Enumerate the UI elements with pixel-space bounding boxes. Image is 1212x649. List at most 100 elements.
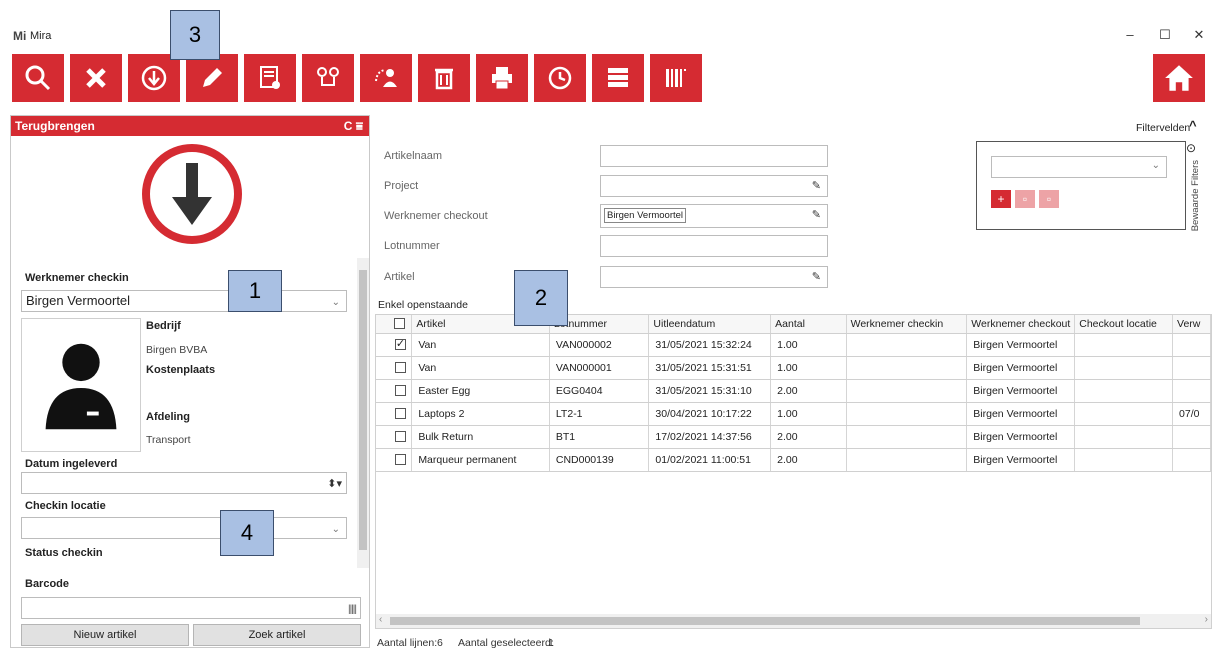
table-cell: 30/04/2021 10:17:22: [648, 402, 772, 426]
table-cell: CND000139: [549, 448, 650, 472]
werknemer-checkin-value: Birgen Vermoortel: [26, 293, 131, 308]
table-cell: [1172, 333, 1211, 357]
delete-filter-button[interactable]: ▫: [1039, 190, 1059, 208]
saved-filters-box: ⌄ + ▫ ▫: [976, 141, 1186, 230]
table-cell: 1.00: [770, 333, 847, 357]
row-checkbox[interactable]: [389, 425, 413, 449]
checkin-button[interactable]: [128, 54, 180, 102]
save-filter-button[interactable]: ▫: [1015, 190, 1035, 208]
edit-button[interactable]: [186, 54, 238, 102]
transfer-user-button[interactable]: [360, 54, 412, 102]
delete-button[interactable]: [418, 54, 470, 102]
artikelnaam-input[interactable]: [600, 145, 828, 167]
table-cell: Birgen Vermoortel: [966, 448, 1076, 472]
table-cell: Birgen Vermoortel: [966, 425, 1076, 449]
table-cell: 31/05/2021 15:32:24: [648, 333, 772, 357]
aantal-geselecteerd-label: Aantal geselecteerd:: [458, 637, 554, 649]
results-table: Artikel Lotnummer Uitleendatum Aantal We…: [376, 315, 1211, 472]
datum-ingeleverd-input[interactable]: ⬍▾: [21, 472, 347, 494]
pencil-icon[interactable]: ✎: [812, 270, 821, 283]
table-cell: 17/02/2021 14:37:56: [648, 425, 772, 449]
artikel-filter-input[interactable]: ✎: [600, 266, 828, 288]
werknemer-checkin-select[interactable]: Birgen Vermoortel ⌄: [21, 290, 347, 312]
history-button[interactable]: [534, 54, 586, 102]
table-row[interactable]: Laptops 2 LT2-1 30/04/2021 10:17:22 1.00 Bir…: [376, 402, 1211, 426]
panel-vertical-scrollbar[interactable]: [357, 258, 369, 568]
checkin-locatie-label: Checkin locatie: [25, 500, 106, 512]
table-cell: 1.00: [770, 356, 847, 380]
zoek-artikel-button[interactable]: Zoek artikel: [193, 624, 361, 646]
bedrijf-value: Birgen BVBA: [146, 344, 208, 356]
barcode-button[interactable]: [650, 54, 702, 102]
filter-clear-icon[interactable]: C ⩸: [344, 116, 363, 136]
rack-button[interactable]: [592, 54, 644, 102]
maximize-button[interactable]: ☐: [1155, 27, 1175, 43]
row-checkbox[interactable]: [389, 356, 413, 380]
barcode-input[interactable]: |||||: [21, 597, 361, 619]
status-checkin-label: Status checkin: [25, 547, 103, 559]
aantal-lijnen-value: 6: [437, 637, 443, 649]
table-cell: Marqueur permanent: [411, 448, 550, 472]
column-header[interactable]: Verw: [1172, 315, 1211, 334]
table-row[interactable]: Marqueur permanent CND000139 01/02/2021 11…: [376, 448, 1211, 472]
window-title: Mira: [30, 30, 52, 42]
add-filter-button[interactable]: +: [991, 190, 1011, 208]
row-indicator: [376, 402, 390, 426]
minimize-button[interactable]: –: [1120, 27, 1140, 42]
column-header[interactable]: Checkout locatie: [1074, 315, 1174, 334]
table-cell: 07/0: [1172, 402, 1211, 426]
werknemer-checkout-input[interactable]: Birgen Vermoortel ✎: [600, 204, 828, 228]
grid-caption: Enkel openstaande: [378, 299, 468, 311]
table-cell: EGG0404: [549, 379, 650, 403]
report-settings-button[interactable]: [244, 54, 296, 102]
saved-filter-select[interactable]: ⌄: [991, 156, 1167, 178]
row-checkbox[interactable]: [389, 333, 413, 357]
row-checkbox[interactable]: [389, 402, 413, 426]
pencil-icon[interactable]: ✎: [812, 208, 821, 221]
table-row[interactable]: Easter Egg EGG0404 31/05/2021 15:31:10 2.00…: [376, 379, 1211, 403]
saved-filters-tab[interactable]: Bewaarde Filters: [1190, 160, 1201, 231]
column-header[interactable]: Werknemer checkout: [966, 315, 1076, 334]
close-window-button[interactable]: ✕: [1189, 27, 1209, 43]
werknemer-checkout-chip[interactable]: Birgen Vermoortel: [604, 208, 687, 223]
date-spinner-icon[interactable]: ⬍▾: [327, 474, 342, 494]
table-cell: [846, 402, 968, 426]
chevron-up-icon[interactable]: ^: [1189, 118, 1197, 133]
table-cell: [846, 333, 968, 357]
app-logo: Mi: [13, 29, 27, 43]
column-header[interactable]: Werknemer checkin: [846, 315, 968, 334]
table-cell: Birgen Vermoortel: [966, 333, 1076, 357]
table-cell: 31/05/2021 15:31:51: [648, 356, 772, 380]
callout-2: 2: [514, 270, 568, 326]
panel-title: Terugbrengen: [15, 119, 95, 133]
table-row[interactable]: Van VAN000001 31/05/2021 15:31:51 1.00 Birge…: [376, 356, 1211, 380]
filtervelden-toggle[interactable]: Filtervelden: [1136, 122, 1190, 134]
rack-icon: [608, 68, 628, 87]
nieuw-artikel-button[interactable]: Nieuw artikel: [21, 624, 189, 646]
print-button[interactable]: [476, 54, 528, 102]
home-icon: [1165, 65, 1193, 91]
table-cell: [1074, 402, 1174, 426]
cancel-button[interactable]: [70, 54, 122, 102]
table-cell: 01/02/2021 11:00:51: [648, 448, 772, 472]
row-checkbox[interactable]: [389, 379, 413, 403]
table-cell: [846, 379, 968, 403]
row-checkbox[interactable]: [389, 448, 413, 472]
project-input[interactable]: ✎: [600, 175, 828, 197]
pencil-icon[interactable]: ✎: [812, 179, 821, 192]
table-row[interactable]: VanVAN00000231/05/2021 15:32:241.00 Birge…: [376, 333, 1211, 357]
checkin-arrow-icon: [142, 144, 242, 244]
table-row[interactable]: Bulk Return BT1 17/02/2021 14:37:56 2.00 Bir…: [376, 425, 1211, 449]
checkin-locatie-select[interactable]: ⌄: [21, 517, 347, 539]
home-button[interactable]: [1153, 54, 1205, 102]
search-button[interactable]: [12, 54, 64, 102]
route-button[interactable]: [302, 54, 354, 102]
column-header[interactable]: Uitleendatum: [648, 315, 772, 334]
column-header[interactable]: Aantal: [770, 315, 847, 334]
row-indicator: [376, 448, 390, 472]
select-all-checkbox[interactable]: [389, 315, 413, 334]
grid-horizontal-scrollbar[interactable]: ‹ ›: [376, 614, 1211, 628]
collapse-circle-icon[interactable]: ⊙: [1186, 141, 1196, 155]
barcode-list-icon: [666, 69, 686, 87]
lotnummer-input[interactable]: [600, 235, 828, 257]
